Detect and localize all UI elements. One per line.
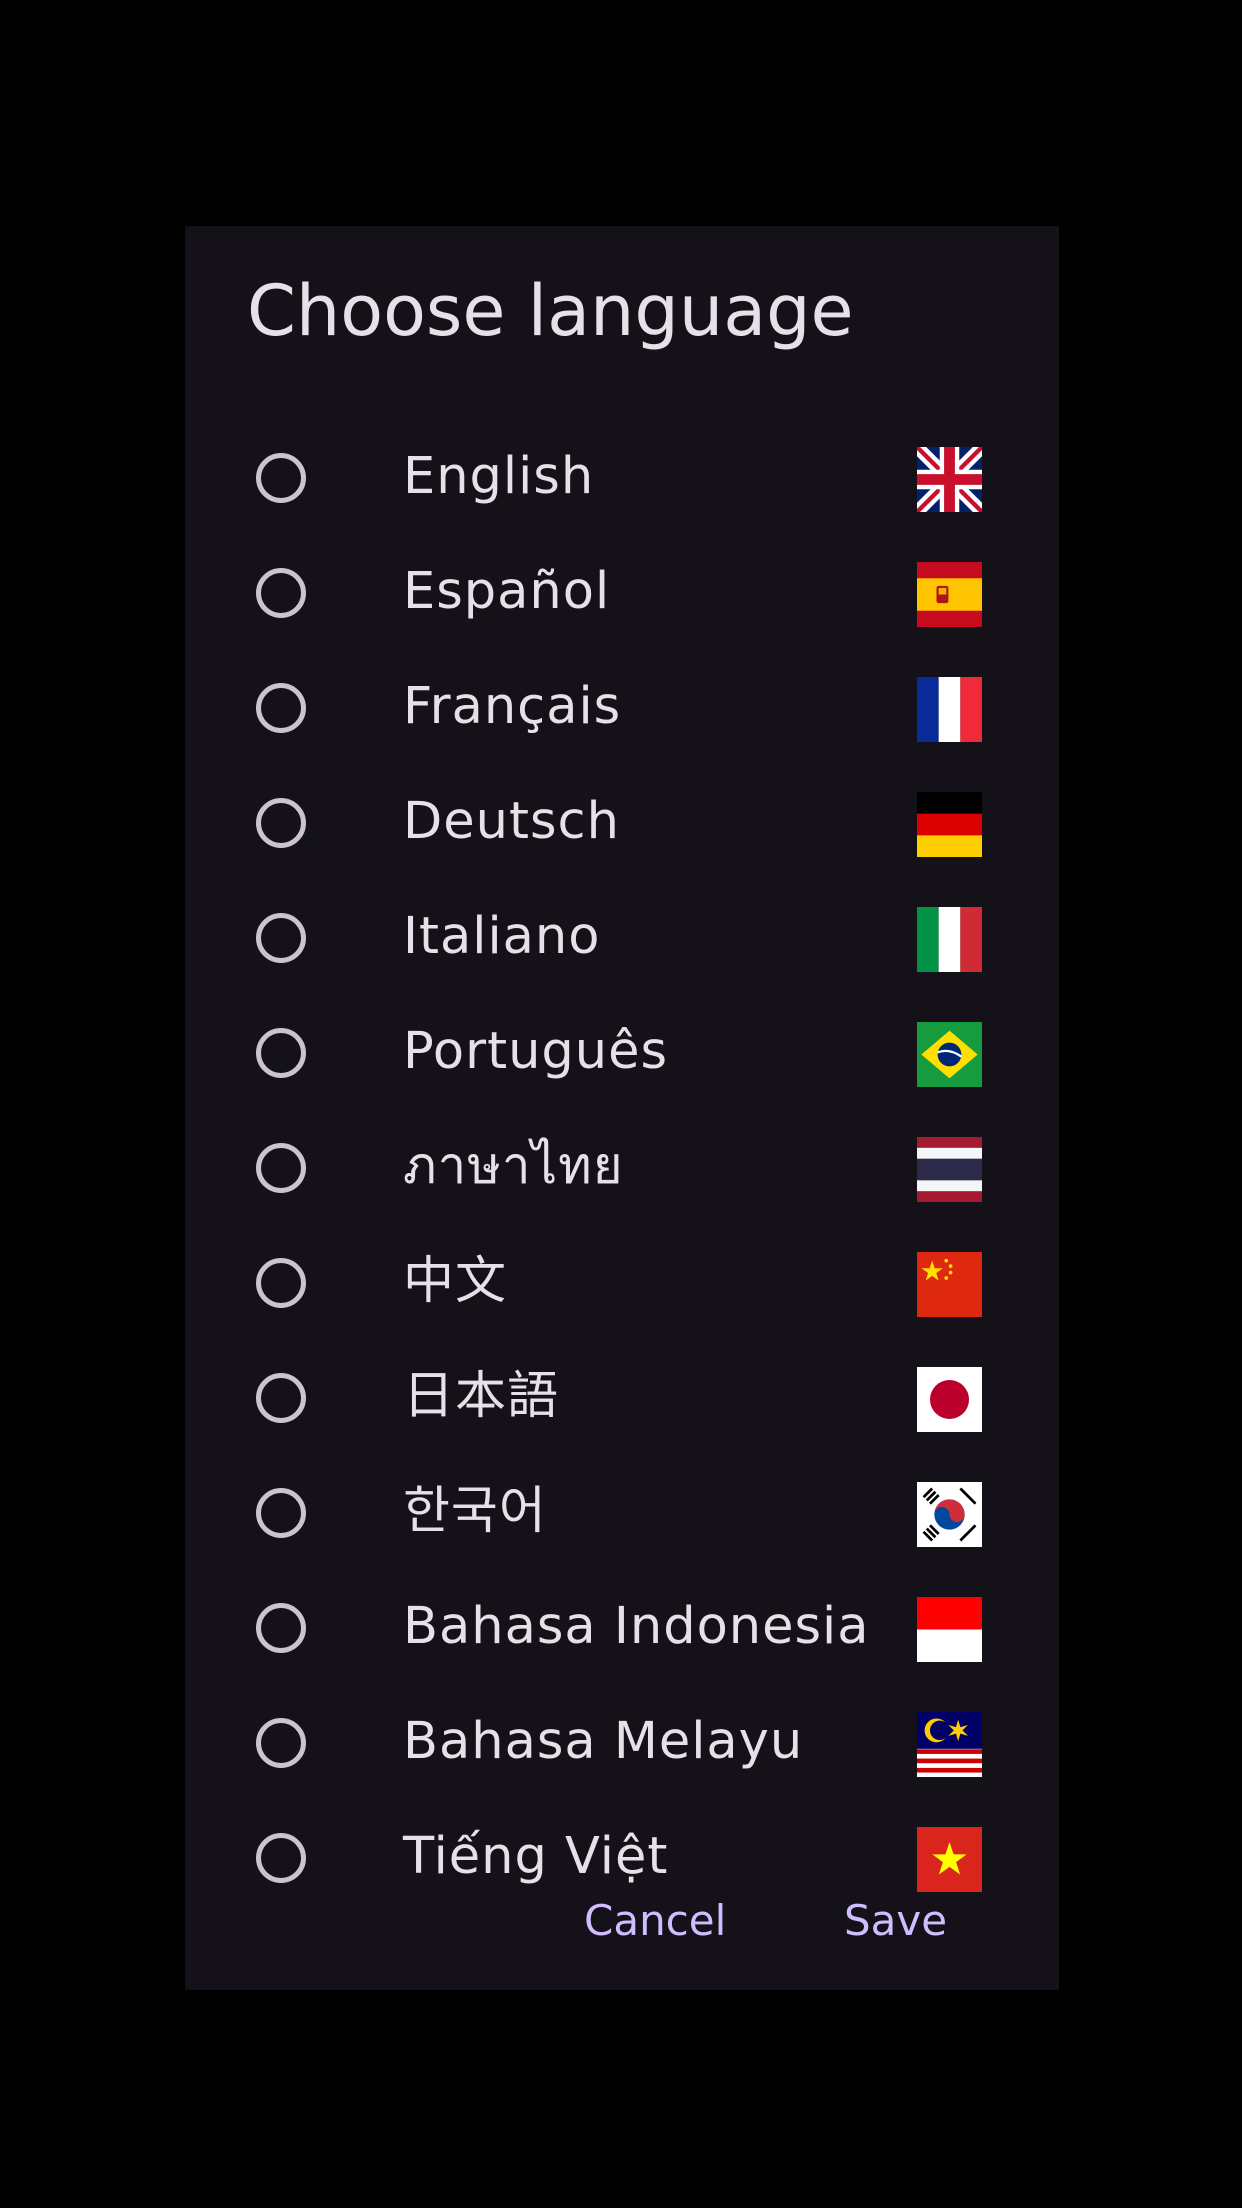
- language-label: 한국어: [403, 1482, 547, 1541]
- language-option-german[interactable]: Deutsch: [185, 770, 1059, 885]
- radio-button[interactable]: [256, 1718, 306, 1768]
- language-label: Italiano: [403, 907, 601, 966]
- language-dialog: Choose language English Español Français…: [185, 226, 1059, 1990]
- language-label: Tiếng Việt: [403, 1827, 669, 1886]
- dialog-title: Choose language: [247, 270, 854, 352]
- language-option-spanish[interactable]: Español: [185, 540, 1059, 655]
- brazil-flag-icon: [917, 1022, 982, 1087]
- language-option-malay[interactable]: Bahasa Melayu: [185, 1690, 1059, 1805]
- vietnam-flag-icon: [917, 1827, 982, 1892]
- language-option-english[interactable]: English: [185, 425, 1059, 540]
- language-option-thai[interactable]: ภาษาไทย: [185, 1115, 1059, 1230]
- radio-button[interactable]: [256, 1488, 306, 1538]
- italy-flag-icon: [917, 907, 982, 972]
- language-option-chinese[interactable]: 中文: [185, 1230, 1059, 1345]
- language-option-french[interactable]: Français: [185, 655, 1059, 770]
- language-label: Bahasa Indonesia: [403, 1597, 870, 1656]
- language-label: Español: [403, 562, 611, 621]
- germany-flag-icon: [917, 792, 982, 857]
- indonesia-flag-icon: [917, 1597, 982, 1662]
- language-label: Bahasa Melayu: [403, 1712, 804, 1771]
- cancel-button[interactable]: Cancel: [570, 1891, 740, 1951]
- language-label: Deutsch: [403, 792, 620, 851]
- language-option-japanese[interactable]: 日本語: [185, 1345, 1059, 1460]
- radio-button[interactable]: [256, 568, 306, 618]
- language-option-indonesian[interactable]: Bahasa Indonesia: [185, 1575, 1059, 1690]
- language-label: Français: [403, 677, 622, 736]
- radio-button[interactable]: [256, 1603, 306, 1653]
- language-option-korean[interactable]: 한국어: [185, 1460, 1059, 1575]
- japan-flag-icon: [917, 1367, 982, 1432]
- radio-button[interactable]: [256, 453, 306, 503]
- radio-button[interactable]: [256, 913, 306, 963]
- language-label: ภาษาไทย: [403, 1137, 624, 1196]
- radio-button[interactable]: [256, 683, 306, 733]
- radio-button[interactable]: [256, 1258, 306, 1308]
- radio-button[interactable]: [256, 1028, 306, 1078]
- radio-button[interactable]: [256, 1833, 306, 1883]
- language-option-portuguese[interactable]: Português: [185, 1000, 1059, 1115]
- language-label: 中文: [403, 1252, 508, 1311]
- uk-flag-icon: [917, 447, 982, 512]
- language-label: Português: [403, 1022, 669, 1081]
- korea-flag-icon: [917, 1482, 982, 1547]
- malaysia-flag-icon: [917, 1712, 982, 1777]
- radio-button[interactable]: [256, 798, 306, 848]
- spain-flag-icon: [917, 562, 982, 627]
- china-flag-icon: [917, 1252, 982, 1317]
- radio-button[interactable]: [256, 1143, 306, 1193]
- language-option-italian[interactable]: Italiano: [185, 885, 1059, 1000]
- language-label: 日本語: [403, 1367, 560, 1426]
- language-label: English: [403, 447, 595, 506]
- thailand-flag-icon: [917, 1137, 982, 1202]
- save-button[interactable]: Save: [830, 1891, 961, 1951]
- france-flag-icon: [917, 677, 982, 742]
- radio-button[interactable]: [256, 1373, 306, 1423]
